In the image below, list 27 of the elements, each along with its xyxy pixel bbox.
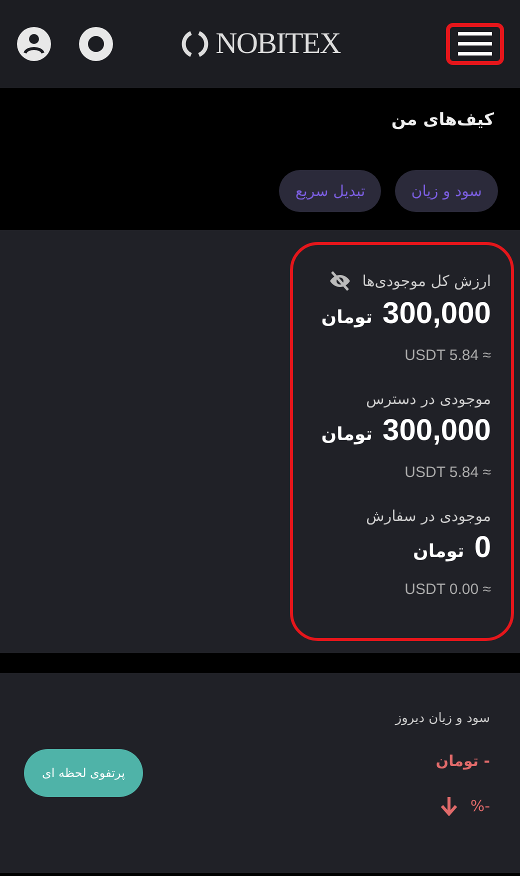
down-arrow-icon <box>440 796 458 816</box>
action-button[interactable]: سود و زیان <box>395 170 498 212</box>
page-title: کیف‌های من <box>390 109 495 130</box>
balance-amount: 300,000 <box>382 297 491 331</box>
currency-unit: تومان <box>321 424 373 445</box>
eye-slash-icon[interactable] <box>328 271 352 291</box>
balance-amount: 0 <box>474 531 491 565</box>
pnl-label: سود و زیان دیروز <box>395 711 490 726</box>
user-icon[interactable] <box>16 26 52 62</box>
balance-amount: 300,000 <box>382 414 491 448</box>
balance-label: موجودی در سفارش <box>366 507 491 525</box>
usdt-value: USDT 0.00 ≈ <box>404 581 491 598</box>
logo-icon <box>180 29 210 59</box>
currency-unit: تومان <box>321 307 373 328</box>
logo-text: NOBITEX <box>216 27 340 61</box>
usdt-value: USDT 5.84 ≈ <box>404 347 491 364</box>
pnl-amount: - تومان <box>436 752 490 770</box>
badge-icon[interactable] <box>78 26 114 62</box>
balance-label: ارزش کل موجودی‌ها <box>362 272 491 290</box>
menu-icon <box>458 31 492 57</box>
currency-unit: تومان <box>413 541 464 562</box>
portfolio-button[interactable]: پرتفوی لحظه ای <box>24 749 143 797</box>
action-button[interactable]: تبدیل سریع <box>279 170 382 212</box>
balance-label: موجودی در دسترس <box>366 390 491 408</box>
pnl-percent: -% <box>470 797 490 815</box>
usdt-value: USDT 5.84 ≈ <box>404 464 491 481</box>
menu-button[interactable] <box>446 23 504 65</box>
